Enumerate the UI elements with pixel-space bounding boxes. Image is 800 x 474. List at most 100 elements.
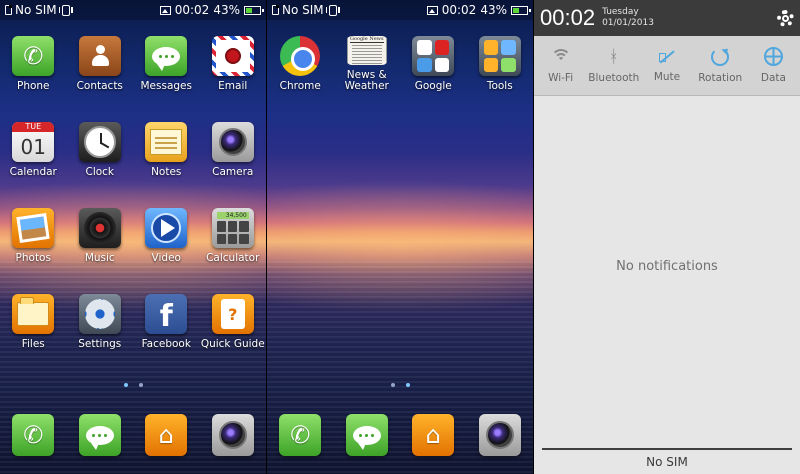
app-messages[interactable]: Messages — [133, 36, 200, 92]
contacts-icon — [78, 36, 121, 76]
toggle-bluetooth[interactable]: ᚼ Bluetooth — [587, 36, 640, 95]
folder-google[interactable]: Google — [400, 36, 467, 92]
page-dot — [390, 383, 395, 387]
app-files[interactable]: Files — [0, 294, 67, 350]
app-label: Email — [218, 80, 248, 92]
video-icon — [145, 208, 188, 248]
notification-shade: 00:02 Tuesday 01/01/2013 Wi-Fi ᚼ Bluetoo… — [534, 0, 800, 474]
page-indicator[interactable] — [267, 383, 533, 387]
app-facebook[interactable]: f Facebook — [133, 294, 200, 350]
status-bar[interactable]: No SIM 00:02 43% — [0, 0, 266, 20]
home-icon: ⌂ — [145, 414, 188, 456]
messages-icon — [345, 414, 388, 456]
app-email[interactable]: Email — [200, 36, 267, 92]
app-label: Phone — [16, 80, 50, 92]
app-label: Clock — [85, 166, 115, 178]
toggle-label: Data — [760, 72, 786, 84]
app-video[interactable]: Video — [133, 208, 200, 264]
camera-icon — [211, 414, 254, 456]
app-clock[interactable]: Clock — [67, 122, 134, 178]
phone-icon: ✆ — [12, 414, 55, 456]
app-quick-guide[interactable]: ? Quick Guide — [200, 294, 267, 350]
app-label: Messages — [140, 80, 193, 92]
dock-camera[interactable] — [200, 414, 267, 456]
email-icon — [211, 36, 254, 76]
google-folder-icon — [412, 36, 455, 76]
page-dot — [138, 383, 143, 387]
mute-icon — [658, 49, 676, 65]
app-grid: Chrome News & Weather Google Tools — [267, 36, 533, 92]
music-icon — [78, 208, 121, 248]
settings-icon — [78, 294, 121, 334]
folder-tools[interactable]: Tools — [467, 36, 534, 92]
app-contacts[interactable]: Contacts — [67, 36, 134, 92]
status-bar[interactable]: No SIM 00:02 43% — [267, 0, 533, 20]
toggle-label: Bluetooth — [588, 71, 640, 84]
page-dot-active — [123, 383, 128, 387]
news-weather-icon — [346, 36, 388, 65]
app-calendar[interactable]: TUE 01 Calendar — [0, 122, 67, 178]
app-camera[interactable]: Camera — [200, 122, 267, 178]
carrier-text: No SIM — [282, 3, 324, 17]
empty-notifications-text: No notifications — [616, 259, 718, 274]
clock-text: 00:02 — [174, 3, 210, 17]
shade-weekday: Tuesday — [602, 7, 639, 17]
dock-home[interactable]: ⌂ — [133, 414, 200, 456]
battery-icon — [244, 5, 264, 15]
toggle-label: Rotation — [698, 71, 743, 84]
app-label: Calendar — [9, 166, 57, 178]
vibrate-icon — [325, 4, 340, 16]
toggle-wifi[interactable]: Wi-Fi — [534, 36, 587, 95]
app-label: Chrome — [279, 80, 321, 92]
phone-icon: ✆ — [279, 414, 322, 456]
toggle-mute[interactable]: Mute — [640, 36, 693, 95]
app-label: Settings — [78, 338, 122, 350]
app-label: Tools — [486, 80, 513, 92]
camera-icon — [211, 122, 254, 162]
app-label: Files — [21, 338, 45, 350]
sim-card-icon — [272, 4, 280, 15]
app-music[interactable]: Music — [67, 208, 134, 264]
sim-card-icon — [5, 4, 13, 15]
dock-messages[interactable] — [334, 414, 401, 456]
shade-header: 00:02 Tuesday 01/01/2013 — [534, 0, 800, 36]
app-label: Video — [151, 252, 181, 264]
app-label: Music — [84, 252, 115, 264]
notes-icon — [145, 122, 188, 162]
dock-camera[interactable] — [467, 414, 534, 456]
dock-messages[interactable] — [67, 414, 134, 456]
app-grid: ✆ Phone Contacts Messages Email TUE 01 C… — [0, 36, 266, 350]
app-label: Notes — [151, 166, 182, 178]
quick-settings: Wi-Fi ᚼ Bluetooth Mute Rotation Data — [534, 36, 800, 96]
photos-icon — [12, 208, 55, 248]
app-photos[interactable]: Photos — [0, 208, 67, 264]
calendar-day: TUE — [12, 122, 55, 132]
messages-icon — [78, 414, 121, 456]
home-icon: ⌂ — [412, 414, 455, 456]
home-screen-page-2: No SIM 00:02 43% Chrome News & Weather G… — [267, 0, 533, 474]
app-label: Facebook — [141, 338, 191, 350]
settings-gear-icon[interactable] — [777, 9, 794, 27]
shade-footer-carrier[interactable]: No SIM — [542, 448, 792, 474]
toggle-rotation[interactable]: Rotation — [694, 36, 747, 95]
page-indicator[interactable] — [0, 383, 266, 387]
app-chrome[interactable]: Chrome — [267, 36, 334, 92]
messages-icon — [145, 36, 188, 76]
app-settings[interactable]: Settings — [67, 294, 134, 350]
toggle-data[interactable]: Data — [747, 36, 800, 95]
app-notes[interactable]: Notes — [133, 122, 200, 178]
wifi-icon — [550, 48, 571, 66]
dock-phone[interactable]: ✆ — [267, 414, 334, 456]
battery-percent: 43% — [213, 3, 240, 17]
calendar-date: 01 — [20, 135, 46, 159]
rotation-icon — [711, 47, 730, 66]
app-news-weather[interactable]: News & Weather — [334, 36, 401, 92]
dock: ✆ ⌂ — [0, 414, 266, 456]
dock-home[interactable]: ⌂ — [400, 414, 467, 456]
app-calculator[interactable]: Calculator — [200, 208, 267, 264]
dock-phone[interactable]: ✆ — [0, 414, 67, 456]
app-label: Calculator — [206, 252, 260, 264]
app-phone[interactable]: ✆ Phone — [0, 36, 67, 92]
quick-guide-icon: ? — [211, 294, 254, 334]
app-label: Quick Guide — [200, 338, 265, 350]
